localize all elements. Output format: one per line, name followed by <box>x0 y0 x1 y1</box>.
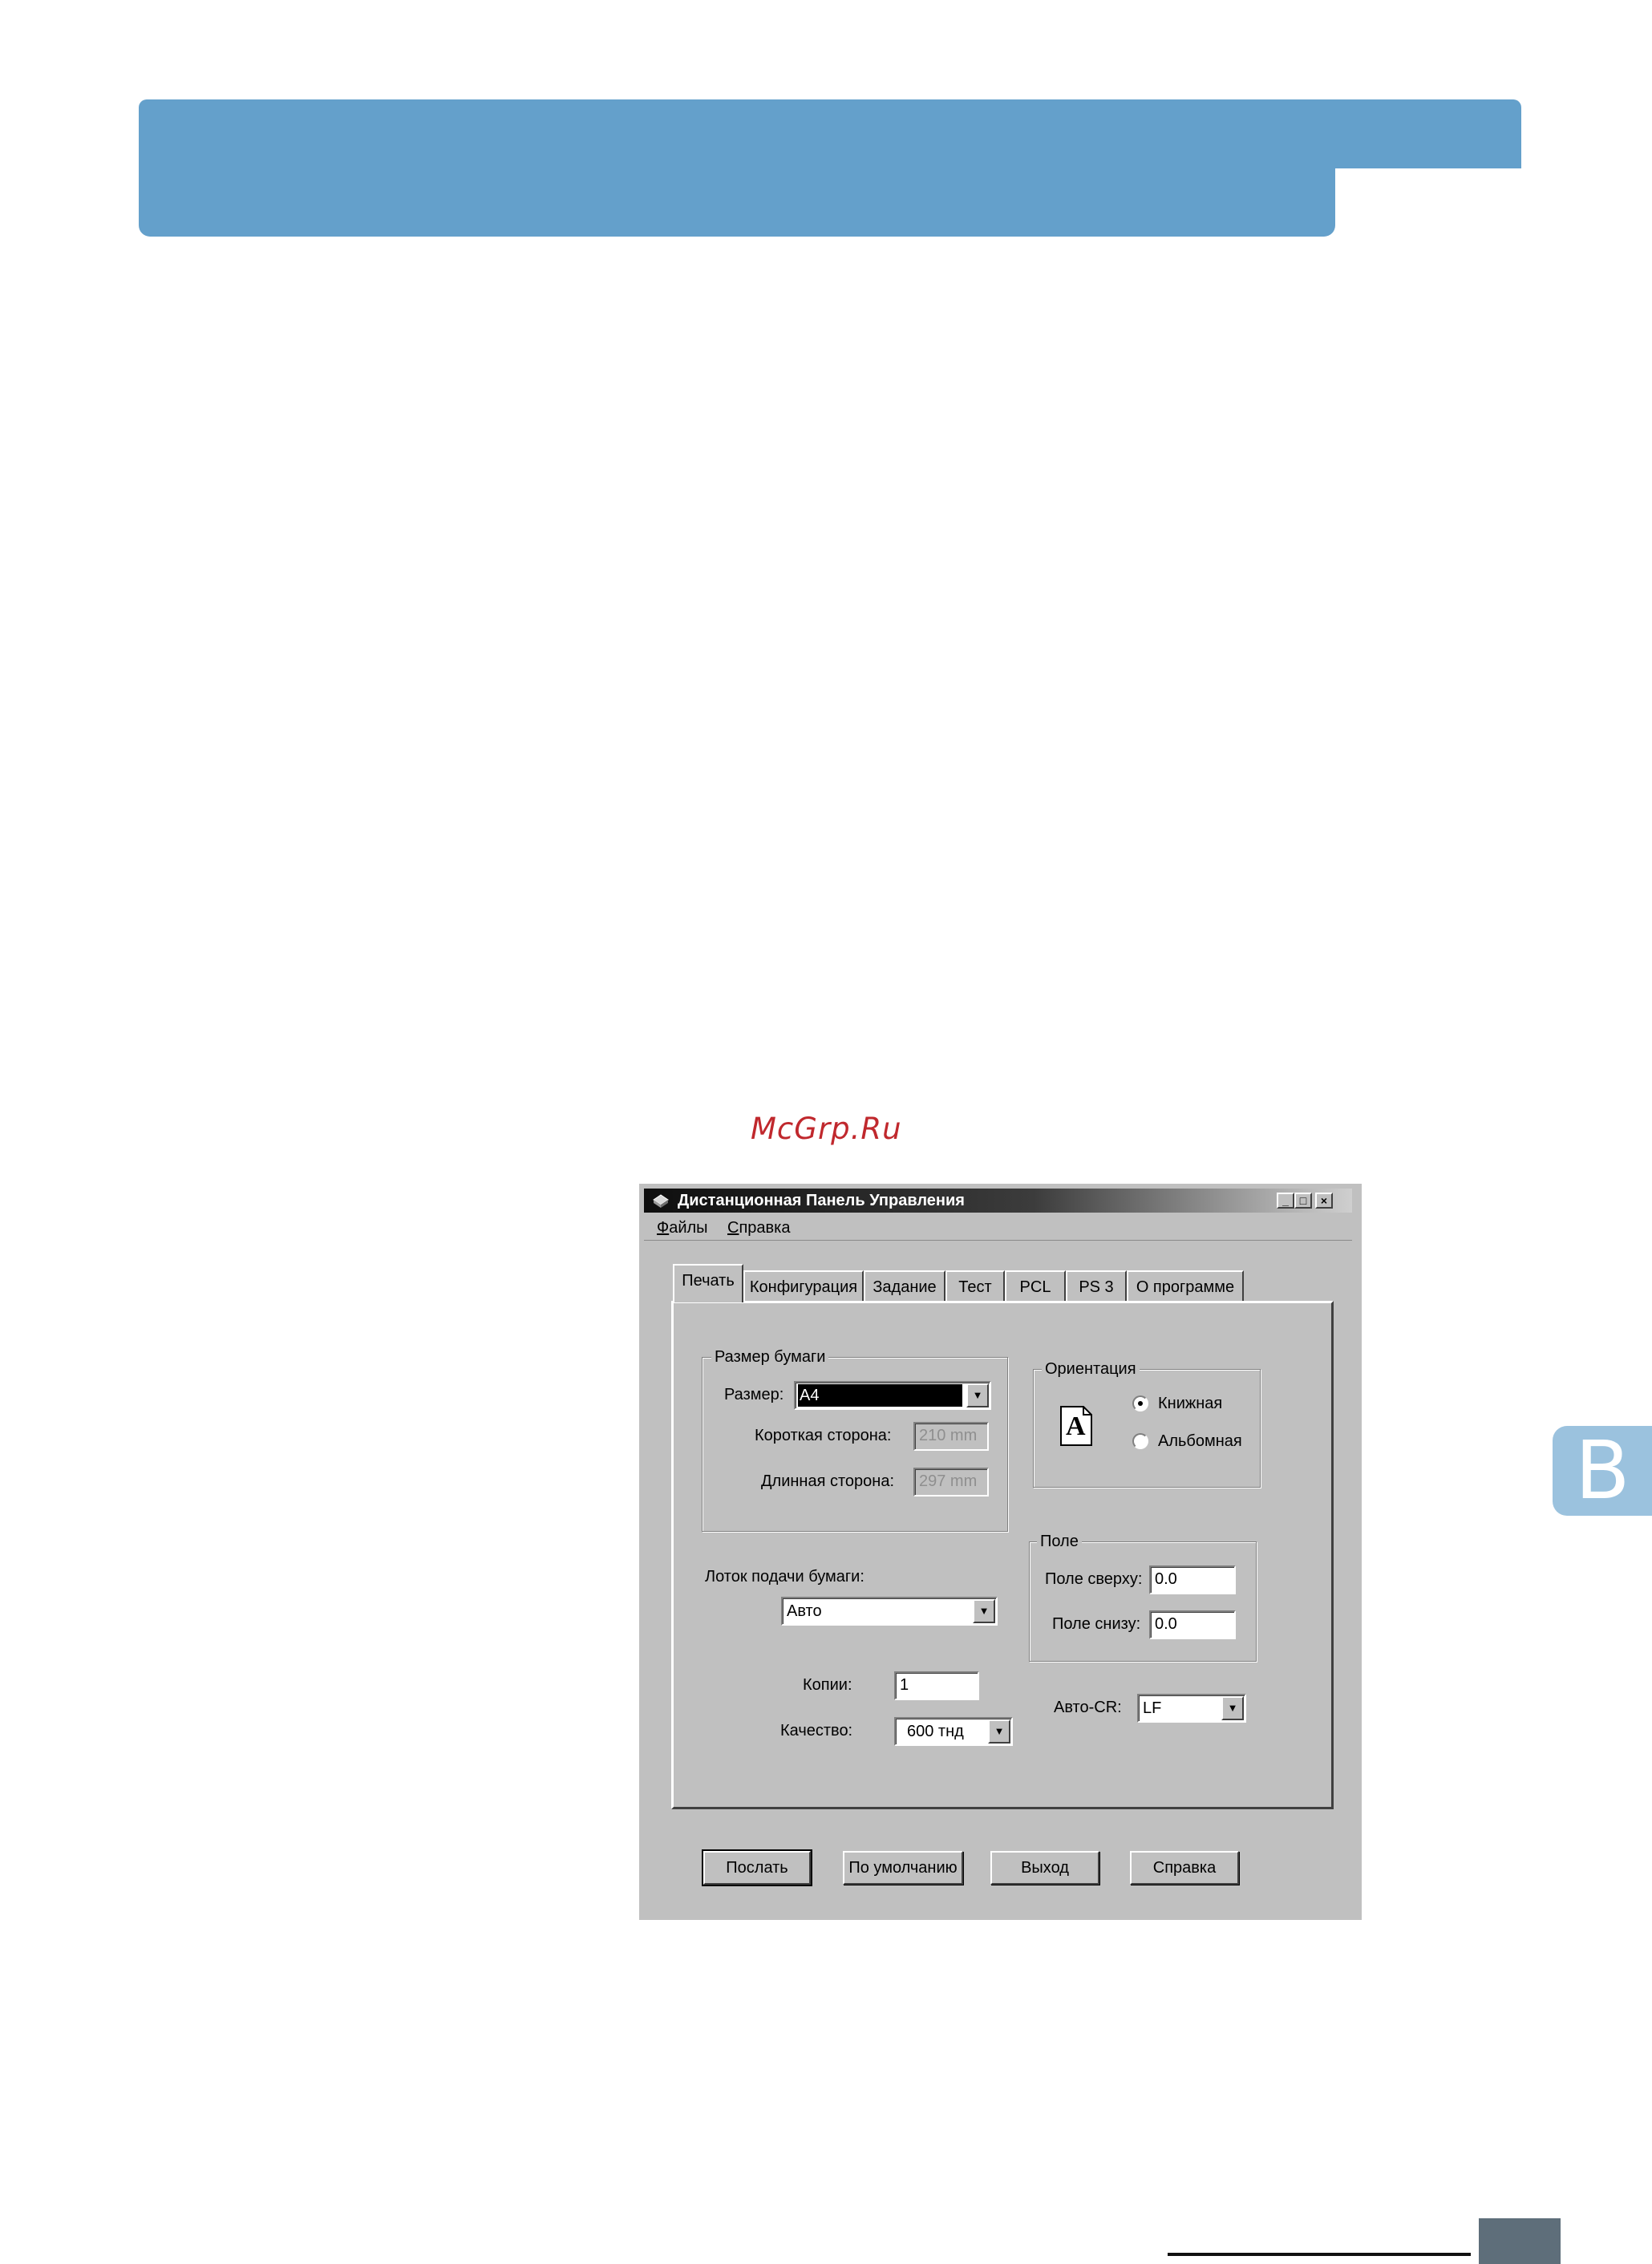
quality-value: 600 тнд <box>907 1723 964 1740</box>
margins-group <box>1029 1541 1257 1662</box>
auto-cr-select[interactable]: LF ▼ <box>1137 1694 1246 1723</box>
landscape-radio[interactable] <box>1132 1433 1148 1449</box>
orientation-group-label: Ориентация <box>1042 1360 1140 1378</box>
menu-files[interactable]: Файлы <box>657 1216 708 1240</box>
portrait-page-icon: A <box>1059 1405 1093 1447</box>
maximize-button[interactable]: □ <box>1294 1193 1312 1209</box>
paper-size-select[interactable]: A4 ▼ <box>794 1381 991 1410</box>
chapter-letter: B <box>1575 1424 1630 1517</box>
tab-test[interactable]: Тест <box>945 1270 1005 1301</box>
landscape-label[interactable]: Альбомная <box>1158 1431 1242 1452</box>
window-title: Дистанционная Панель Управления <box>678 1192 965 1209</box>
header-banner <box>139 99 1521 168</box>
short-side-label: Короткая сторона: <box>755 1427 892 1444</box>
top-margin-label: Поле сверху: <box>1045 1570 1143 1588</box>
short-side-field: 210 mm <box>913 1422 989 1451</box>
chevron-down-icon[interactable]: ▼ <box>966 1383 989 1407</box>
tray-label: Лоток подачи бумаги: <box>705 1568 864 1586</box>
chevron-down-icon[interactable]: ▼ <box>973 1599 995 1623</box>
tab-job[interactable]: Задание <box>864 1270 945 1301</box>
menu-bar: Файлы Справка <box>644 1216 1352 1241</box>
send-button[interactable]: Послать <box>702 1849 812 1886</box>
remote-control-panel-window: Дистанционная Панель Управления _ □ × Фа… <box>639 1184 1362 1920</box>
tab-pcl[interactable]: PCL <box>1005 1270 1066 1301</box>
menu-help[interactable]: Справка <box>727 1216 790 1240</box>
page-icon-letter: A <box>1066 1411 1086 1441</box>
watermark-text: McGrp.Ru <box>751 1112 902 1146</box>
portrait-label[interactable]: Книжная <box>1158 1393 1222 1414</box>
top-margin-input[interactable]: 0.0 <box>1149 1565 1236 1594</box>
quality-select[interactable]: 600 тнд ▼ <box>894 1717 1013 1746</box>
footer-rule <box>1168 2253 1471 2256</box>
chevron-down-icon[interactable]: ▼ <box>988 1719 1010 1744</box>
tray-select[interactable]: Авто ▼ <box>781 1597 998 1626</box>
tab-about[interactable]: О программе <box>1127 1270 1244 1301</box>
paper-size-value: A4 <box>798 1384 962 1407</box>
minimize-button[interactable]: _ <box>1277 1193 1294 1209</box>
long-side-field: 297 mm <box>913 1468 989 1497</box>
auto-cr-value: LF <box>1143 1699 1162 1717</box>
copies-label: Копии: <box>803 1676 852 1694</box>
chapter-tab: B <box>1553 1426 1652 1516</box>
margins-group-label: Поле <box>1037 1533 1082 1550</box>
chevron-down-icon[interactable]: ▼ <box>1221 1696 1244 1720</box>
long-side-label: Длинная сторона: <box>761 1472 895 1490</box>
printer-app-icon <box>653 1194 669 1208</box>
tray-value: Авто <box>787 1602 822 1620</box>
auto-cr-label: Авто-CR: <box>1054 1699 1122 1716</box>
title-bar[interactable]: Дистанционная Панель Управления _ □ × <box>644 1189 1352 1213</box>
defaults-button[interactable]: По умолчанию <box>843 1851 963 1885</box>
copies-input[interactable]: 1 <box>894 1671 979 1700</box>
tab-print[interactable]: Печать <box>673 1264 743 1302</box>
portrait-radio[interactable] <box>1132 1395 1148 1411</box>
tab-configuration[interactable]: Конфигурация <box>743 1270 864 1301</box>
page-number-box <box>1479 2218 1561 2264</box>
help-button[interactable]: Справка <box>1130 1851 1239 1885</box>
tab-ps3[interactable]: PS 3 <box>1066 1270 1127 1301</box>
paper-size-group-label: Размер бумаги <box>711 1348 829 1366</box>
bottom-margin-label: Поле снизу: <box>1052 1615 1141 1633</box>
close-button[interactable]: × <box>1315 1193 1333 1209</box>
header-banner-lower <box>139 160 1335 237</box>
bottom-margin-input[interactable]: 0.0 <box>1149 1610 1236 1639</box>
quality-label: Качество: <box>780 1722 853 1740</box>
size-label: Размер: <box>724 1386 784 1403</box>
radio-selected-dot <box>1138 1401 1143 1406</box>
exit-button[interactable]: Выход <box>990 1851 1099 1885</box>
